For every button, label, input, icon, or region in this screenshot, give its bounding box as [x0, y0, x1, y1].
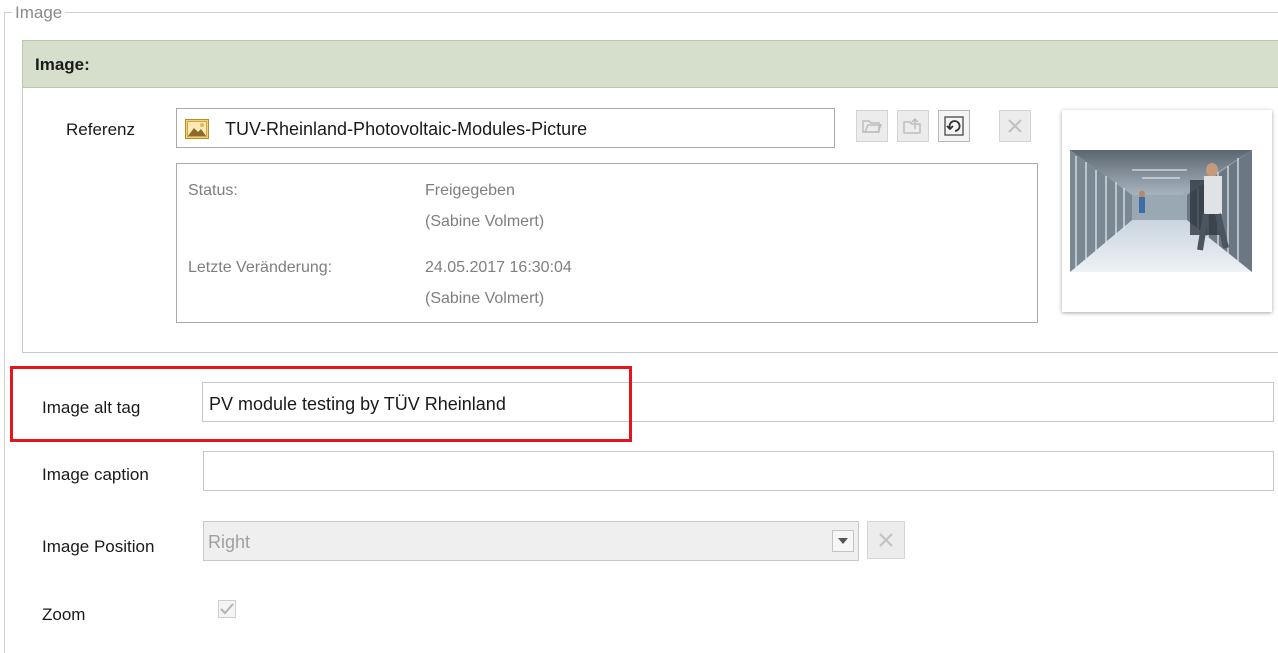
upload-reference-button[interactable] [897, 110, 929, 142]
refresh-reference-button[interactable] [938, 110, 970, 142]
highlight-annotation [10, 366, 632, 442]
upload-folder-icon [903, 117, 921, 134]
status-value: Freigegeben [425, 182, 515, 199]
clear-position-button[interactable] [867, 521, 905, 559]
image-thumbnail[interactable] [1062, 110, 1272, 312]
fieldset-legend: Image [12, 3, 66, 23]
position-value: Right [208, 532, 251, 552]
refresh-icon [944, 116, 964, 136]
remove-reference-button[interactable] [999, 110, 1031, 142]
reference-label: Referenz [66, 120, 135, 139]
caption-label: Image caption [42, 465, 149, 484]
changed-label: Letzte Veränderung: [188, 259, 333, 276]
open-folder-icon [862, 120, 882, 133]
status-label: Status: [188, 182, 238, 199]
chevron-down-icon [838, 538, 848, 544]
position-label: Image Position [42, 537, 155, 556]
reference-info-box [176, 163, 1038, 323]
image-file-icon [185, 119, 209, 139]
changed-user: (Sabine Volmert) [425, 290, 545, 307]
zoom-checkbox[interactable] [218, 600, 236, 618]
status-user: (Sabine Volmert) [425, 213, 545, 230]
position-select[interactable]: Right [203, 521, 859, 561]
group-title: Image: [35, 55, 90, 74]
changed-value: 24.05.2017 16:30:04 [425, 259, 572, 276]
image-group-header: Image: [22, 40, 1278, 88]
checkmark-icon [220, 603, 234, 615]
caption-input[interactable] [203, 451, 1274, 491]
reference-field[interactable]: TUV-Rheinland-Photovoltaic-Modules-Pictu… [176, 108, 835, 148]
zoom-label: Zoom [42, 605, 86, 624]
open-reference-button[interactable] [856, 110, 888, 142]
remove-icon [1008, 119, 1022, 133]
position-dropdown-button[interactable] [832, 530, 854, 552]
reference-value: TUV-Rheinland-Photovoltaic-Modules-Pictu… [225, 119, 588, 139]
remove-icon [879, 533, 893, 547]
thumbnail-photo [1070, 150, 1252, 272]
